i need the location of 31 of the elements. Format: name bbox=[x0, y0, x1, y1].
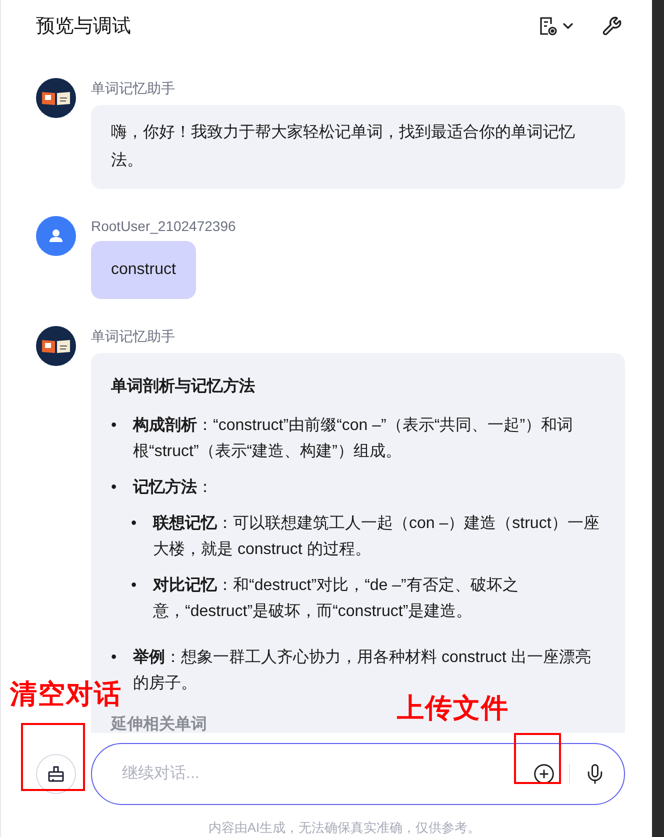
bullet: • bbox=[111, 648, 118, 668]
answer-subheading: 延伸相关单词 bbox=[111, 714, 208, 733]
list-text: 联想记忆：可以联想建筑工人一起（con –）建造（struct）一座大楼，就是 construct 的过程。 bbox=[153, 513, 600, 560]
book-avatar bbox=[36, 78, 76, 118]
bullet: • bbox=[131, 576, 138, 596]
annotation-label: 上传文件 bbox=[397, 692, 509, 725]
bullet: • bbox=[131, 514, 138, 534]
list-text: 记忆方法： bbox=[133, 477, 214, 498]
list-text: 对比记忆：和“destruct”对比，“de –”有否定、破坏之意，“destruct”是破坏，而“construct”是建造。 bbox=[153, 576, 520, 622]
bullet: • bbox=[111, 478, 118, 498]
bullet: • bbox=[111, 416, 118, 436]
user-avatar bbox=[36, 216, 76, 256]
clear-chat-button[interactable] bbox=[36, 754, 76, 794]
toolbox-icon bbox=[46, 764, 66, 784]
sender-name: 单词记忆助手 bbox=[91, 80, 175, 98]
panel-title: 预览与调试 bbox=[36, 15, 132, 39]
sender-name: 单词记忆助手 bbox=[91, 328, 175, 346]
annotation-label: 清空对话 bbox=[10, 678, 122, 711]
user-message: construct bbox=[91, 241, 196, 299]
ai-disclaimer: 内容由AI生成，无法确保真实准确，仅供参考。 bbox=[207, 819, 482, 837]
message-input[interactable]: 继续对话... bbox=[120, 764, 534, 784]
annotation-frame bbox=[514, 733, 561, 784]
annotation-frame bbox=[21, 723, 85, 791]
answer-heading: 单词剖析与记忆方法 bbox=[111, 376, 256, 397]
upload-plus-icon[interactable] bbox=[533, 763, 556, 785]
book-avatar bbox=[36, 326, 76, 366]
sender-name: RootUser_2102472396 bbox=[91, 218, 236, 234]
file-settings-icon bbox=[538, 15, 558, 37]
list-text: 举例：想象一群工人齐心协力，用各种材料 construct 出一座漂亮的房子。 bbox=[133, 647, 592, 694]
bot-message: 嗨，你好！我致力于帮大家轻松记单词，找到最适合你的单词记忆法。 bbox=[91, 105, 626, 189]
list-text: 构成剖析：“construct”由前缀“con –”（表示“共同、一起”）和词根“struct”（表示“建造、构建”）组成。 bbox=[133, 415, 574, 462]
